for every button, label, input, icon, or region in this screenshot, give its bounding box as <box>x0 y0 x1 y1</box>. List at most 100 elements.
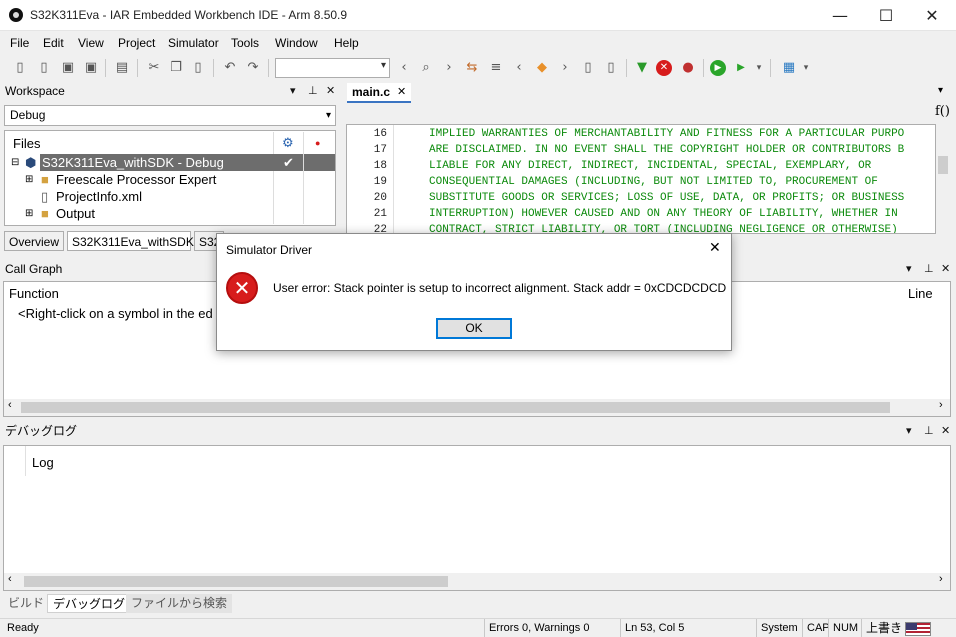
editor-panel: main.c ✕ ▾ f() 16 IMPLIED WARRANTIES OF M… <box>344 81 956 257</box>
dialog-close-icon[interactable]: ✕ <box>709 240 721 256</box>
copy-icon[interactable]: ❐ <box>168 60 184 76</box>
code-text: SUBSTITUTE GOODS OR SERVICES; LOSS OF US… <box>429 192 905 204</box>
column-line[interactable]: Line <box>908 286 933 301</box>
toolbar-overflow-icon[interactable]: ▾ <box>754 60 764 76</box>
close-icon[interactable]: ✕ <box>941 259 950 279</box>
menu-tools[interactable]: Tools <box>231 36 259 50</box>
code-text: ARE DISCLAIMED. IN NO EVENT SHALL THE CO… <box>429 144 905 156</box>
breakpoint-icon[interactable]: ● <box>680 60 696 76</box>
scroll-left-icon[interactable]: ‹ <box>8 573 12 585</box>
tab-build[interactable]: ビルド <box>3 594 49 613</box>
file-icon: ▯ <box>41 189 49 204</box>
prev-bookmark-icon[interactable]: ▯ <box>580 60 596 76</box>
goto-icon[interactable]: ≡ <box>488 60 504 76</box>
find-previous-icon[interactable]: ‹ <box>396 60 412 76</box>
menu-window[interactable]: Window <box>275 36 318 50</box>
find-icon[interactable]: ⌕ <box>418 60 434 76</box>
chevron-down-icon[interactable]: ▾ <box>906 259 912 279</box>
menu-project[interactable]: Project <box>118 36 155 50</box>
menu-simulator[interactable]: Simulator <box>168 36 219 50</box>
find-next-icon[interactable]: › <box>441 60 457 76</box>
function-nav-button[interactable]: f() <box>935 104 950 119</box>
tree-item-folder[interactable]: ⊞ ■ Freescale Processor Expert <box>5 171 335 188</box>
menu-help[interactable]: Help <box>334 36 359 50</box>
undo-icon[interactable]: ↶ <box>222 60 238 76</box>
ok-button[interactable]: OK <box>436 318 512 339</box>
tree-item-folder[interactable]: ⊞ ■ Output <box>5 205 335 222</box>
line-number: 20 <box>373 192 387 204</box>
nav-back-icon[interactable]: ‹ <box>511 60 527 76</box>
find-combo[interactable] <box>275 58 390 78</box>
tree-item-label: Output <box>56 206 96 221</box>
debug-without-download-icon[interactable]: ▶ <box>733 60 749 76</box>
menu-view[interactable]: View <box>78 36 104 50</box>
workspace-icon[interactable]: ▦ <box>781 60 797 76</box>
tab-project[interactable]: S32K311Eva_withSDK <box>67 231 194 251</box>
tab-debug-log[interactable]: デバッグログ <box>47 594 132 613</box>
scroll-right-icon[interactable]: › <box>939 399 943 411</box>
status-errors: Errors 0, Warnings 0 <box>484 619 589 637</box>
new-workspace-icon[interactable]: ▯ <box>12 60 28 76</box>
minimize-button[interactable]: — <box>817 0 863 31</box>
tab-main-c[interactable]: main.c ✕ <box>347 83 411 103</box>
files-header: Files <box>13 136 41 151</box>
tree-item-label: ProjectInfo.xml <box>56 189 142 204</box>
save-icon[interactable]: ▣ <box>60 60 76 76</box>
tab-overview[interactable]: Overview <box>4 231 64 251</box>
expand-icon[interactable]: ⊞ <box>25 171 33 188</box>
call-graph-title: Call Graph <box>5 262 63 276</box>
next-bookmark-icon[interactable]: ▯ <box>603 60 619 76</box>
cut-icon[interactable]: ✂ <box>146 60 162 76</box>
close-icon[interactable]: ✕ <box>397 83 406 101</box>
close-icon[interactable]: ✕ <box>326 81 335 101</box>
replace-icon[interactable]: ⇆ <box>464 60 480 76</box>
scroll-left-icon[interactable]: ‹ <box>8 399 12 411</box>
menu-file[interactable]: File <box>10 36 29 50</box>
nav-forward-icon[interactable]: › <box>557 60 573 76</box>
chevron-down-icon[interactable]: ▾ <box>906 421 912 441</box>
save-all-icon[interactable]: ▣ <box>83 60 99 76</box>
close-icon[interactable]: ✕ <box>941 421 950 441</box>
new-file-icon[interactable]: ▯ <box>36 60 52 76</box>
chevron-down-icon[interactable]: ▾ <box>290 81 296 101</box>
paste-icon[interactable]: ▯ <box>190 60 206 76</box>
code-text: INTERRUPTION) HOWEVER CAUSED AND ON ANY … <box>429 208 898 220</box>
editor-vscrollbar[interactable] <box>936 124 950 234</box>
menu-bar: File Edit View Project Simulator Tools W… <box>0 33 956 53</box>
dialog-titlebar: Simulator Driver ✕ <box>217 234 731 265</box>
tree-item-project[interactable]: ⊟ ⬢ S32K311Eva_withSDK - Debug ✔ <box>5 154 335 171</box>
line-number: 17 <box>373 144 387 156</box>
pin-icon[interactable]: ⊥ <box>308 81 318 101</box>
config-select[interactable]: Debug ▾ <box>4 105 336 126</box>
workspace-title: Workspace <box>5 84 65 98</box>
menu-edit[interactable]: Edit <box>43 36 64 50</box>
debug-log-hscrollbar[interactable]: ‹ › <box>4 573 950 590</box>
column-function[interactable]: Function <box>9 286 59 301</box>
redo-icon[interactable]: ↷ <box>245 60 261 76</box>
call-graph-hscrollbar[interactable]: ‹ › <box>4 399 950 416</box>
column-log[interactable]: Log <box>32 455 54 470</box>
tab-find-in-files[interactable]: ファイルから検索 <box>126 594 233 613</box>
chevron-down-icon[interactable]: ▾ <box>938 85 943 96</box>
status-position: Ln 53, Col 5 <box>620 619 684 637</box>
expand-icon[interactable]: ⊞ <box>25 205 33 222</box>
debug-log-list[interactable]: Log ‹ › <box>3 445 951 591</box>
maximize-button[interactable]: ☐ <box>863 0 909 31</box>
bookmark-icon[interactable]: ◆ <box>534 60 550 76</box>
workspace-panel: Workspace ▾ ⊥ ✕ Debug ▾ Files ⚙ ● ⊟ ⬢ S3… <box>0 81 340 257</box>
code-view[interactable]: 16 IMPLIED WARRANTIES OF MERCHANTABILITY … <box>346 124 936 234</box>
pin-icon[interactable]: ⊥ <box>924 259 934 279</box>
download-debug-icon[interactable]: ▶ <box>710 60 726 76</box>
stop-build-icon[interactable]: ✕ <box>656 60 672 76</box>
compile-icon[interactable]: ▼ <box>634 60 650 76</box>
line-number: 18 <box>373 160 387 172</box>
toolbar-overflow2-icon[interactable]: ▾ <box>801 60 811 76</box>
flag-icon <box>905 622 931 636</box>
close-button[interactable]: ✕ <box>909 0 955 31</box>
print-icon[interactable]: ▤ <box>114 60 130 76</box>
pin-icon[interactable]: ⊥ <box>924 421 934 441</box>
code-text: LIABLE FOR ANY DIRECT, INDIRECT, INCIDEN… <box>429 160 872 172</box>
tree-item-file[interactable]: ▯ ProjectInfo.xml <box>5 188 335 205</box>
collapse-icon[interactable]: ⊟ <box>11 154 19 171</box>
scroll-right-icon[interactable]: › <box>939 573 943 585</box>
